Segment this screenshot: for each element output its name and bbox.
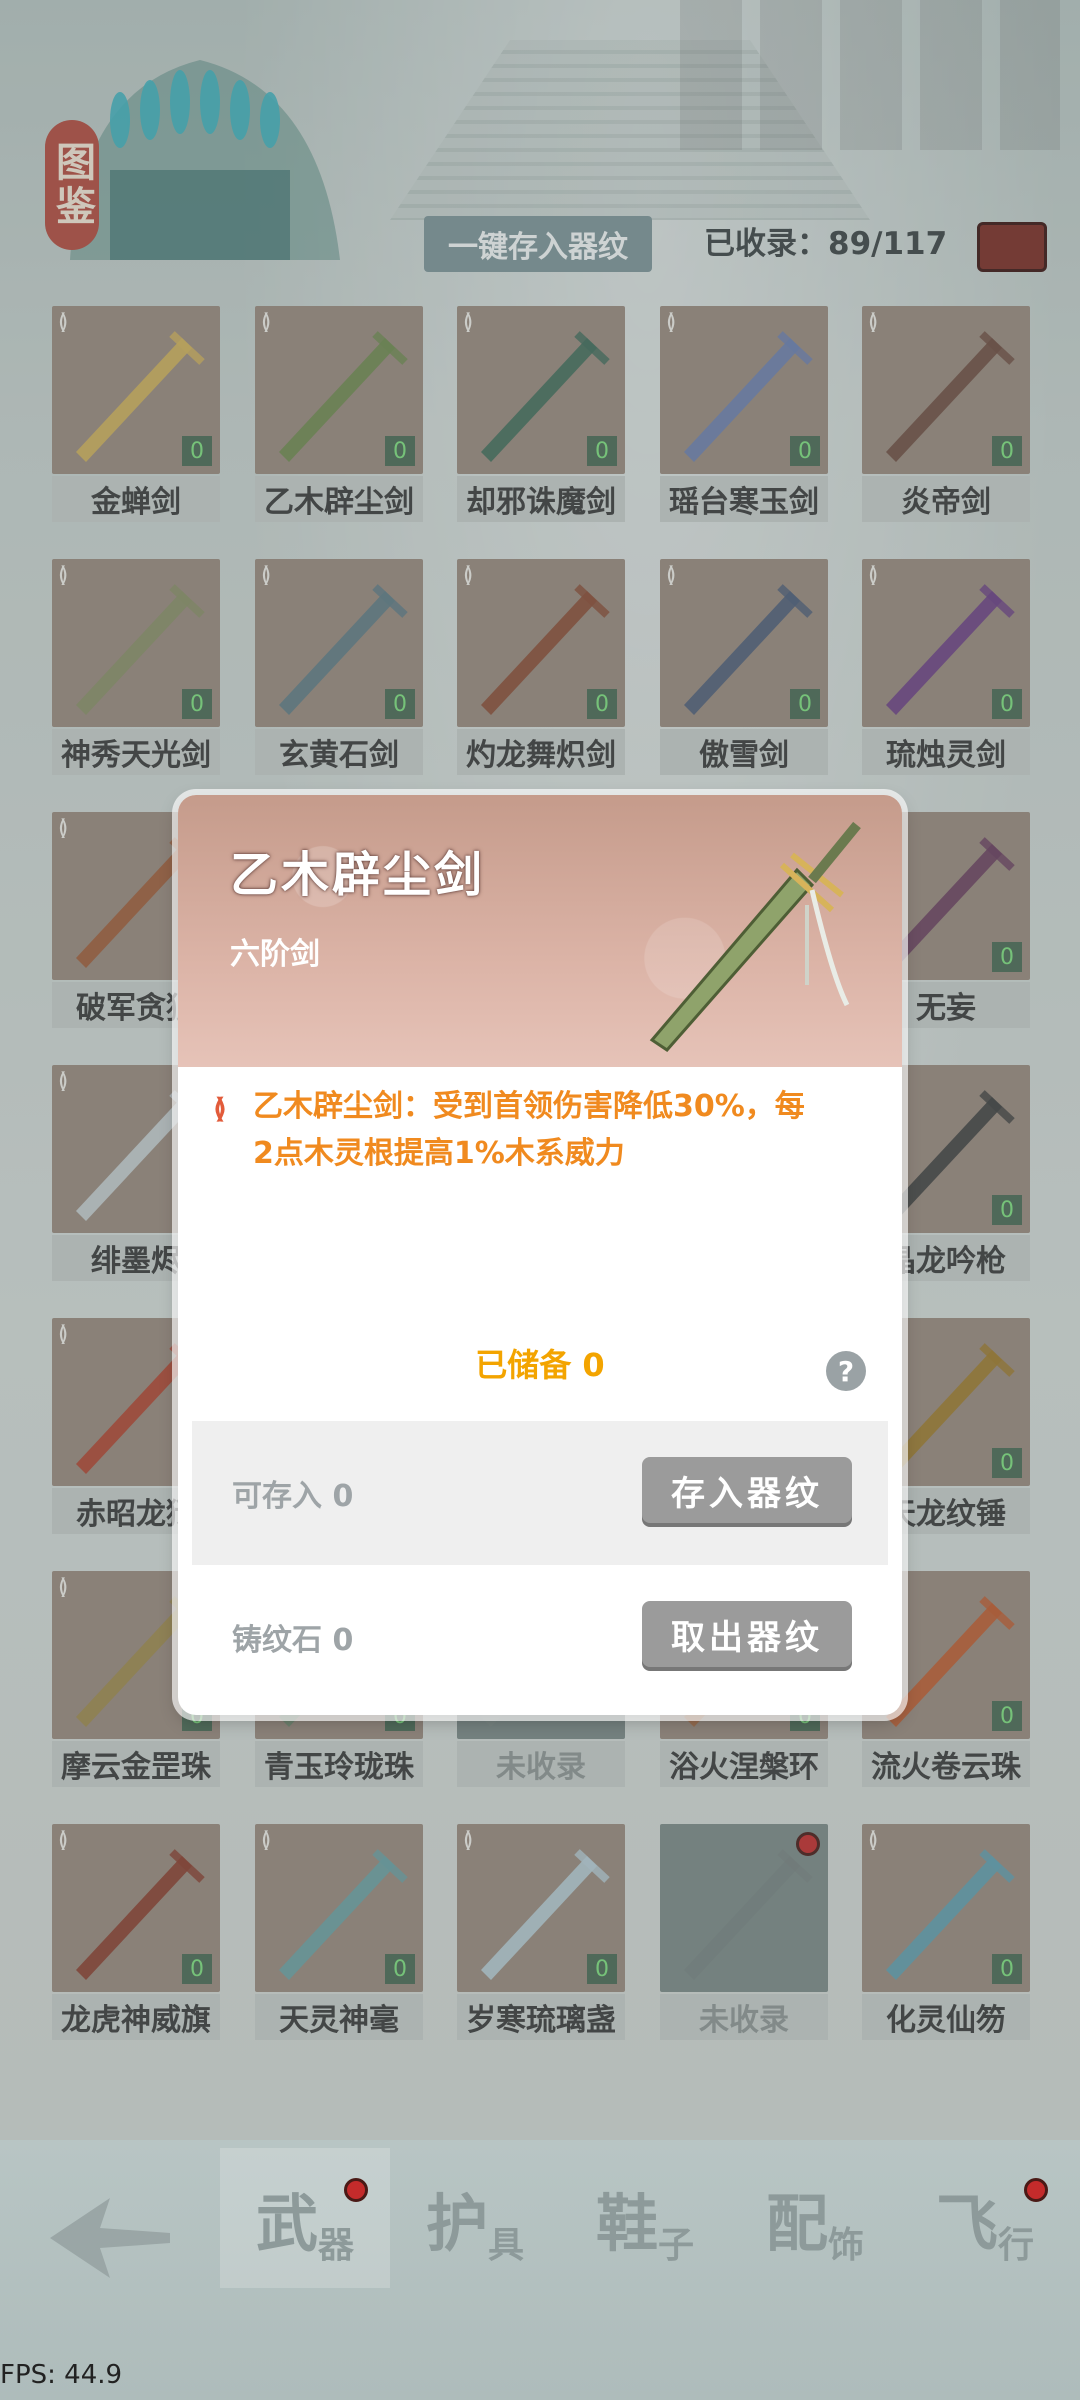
tab-2[interactable]: 鞋子 xyxy=(560,2148,730,2288)
deposit-pattern-button[interactable]: 存入器纹 xyxy=(642,1457,852,1523)
tab-1[interactable]: 护具 xyxy=(390,2148,560,2288)
deposit-pattern-label: 存入器纹 xyxy=(671,1473,823,1514)
tab-main-char: 配 xyxy=(765,2187,828,2260)
help-label: ? xyxy=(837,1354,855,1388)
modal-title: 乙木辟尘剑 xyxy=(230,847,486,903)
tab-0[interactable]: 武器 xyxy=(220,2148,390,2288)
tab-main-char: 飞 xyxy=(935,2187,998,2260)
back-arrow-icon[interactable] xyxy=(40,2188,180,2288)
stored-amount: 已储备 0 xyxy=(475,1346,605,1384)
item-detail-modal: 乙木辟尘剑 六阶剑 ≬ 乙木辟尘剑：受到首领伤害降低30%，每 2点木灵根提高1… xyxy=(178,795,902,1715)
withdraw-pattern-button[interactable]: 取出器纹 xyxy=(642,1601,852,1667)
tab-sub-char: 器 xyxy=(318,2224,355,2266)
tab-sub-char: 行 xyxy=(998,2224,1035,2266)
depositable-count: 可存入 0 xyxy=(232,1479,354,1514)
fps-counter: FPS: 44.9 xyxy=(0,2360,123,2390)
forging-stone-count: 铸纹石 0 xyxy=(232,1623,354,1658)
description-line-2: 2点木灵根提高1%木系威力 xyxy=(253,1136,625,1171)
tab-notification-dot xyxy=(344,2178,368,2202)
modal-subtitle: 六阶剑 xyxy=(230,937,320,972)
withdraw-pattern-label: 取出器纹 xyxy=(671,1617,823,1658)
tab-main-char: 鞋 xyxy=(595,2187,658,2260)
help-icon[interactable]: ? xyxy=(826,1351,866,1391)
description-line-1: 乙木辟尘剑：受到首领伤害降低30%，每 xyxy=(253,1089,805,1124)
tab-sub-char: 具 xyxy=(488,2224,525,2266)
sword-icon xyxy=(649,821,861,1052)
tab-notification-dot xyxy=(1024,2178,1048,2202)
effect-mark-icon: ≬ xyxy=(213,1092,227,1125)
tab-main-char: 武 xyxy=(255,2187,318,2260)
tab-4[interactable]: 飞行 xyxy=(900,2148,1070,2288)
tab-sub-char: 子 xyxy=(658,2224,695,2266)
item-effect-description: ≬ 乙木辟尘剑：受到首领伤害降低30%，每 2点木灵根提高1%木系威力 xyxy=(213,1083,873,1177)
modal-header: 乙木辟尘剑 六阶剑 xyxy=(178,795,902,1067)
deposit-row: 可存入 0 存入器纹 xyxy=(192,1421,888,1565)
tab-3[interactable]: 配饰 xyxy=(730,2148,900,2288)
tab-sub-char: 饰 xyxy=(828,2224,865,2266)
withdraw-row: 铸纹石 0 取出器纹 xyxy=(192,1565,888,1709)
tab-main-char: 护 xyxy=(425,2187,488,2260)
